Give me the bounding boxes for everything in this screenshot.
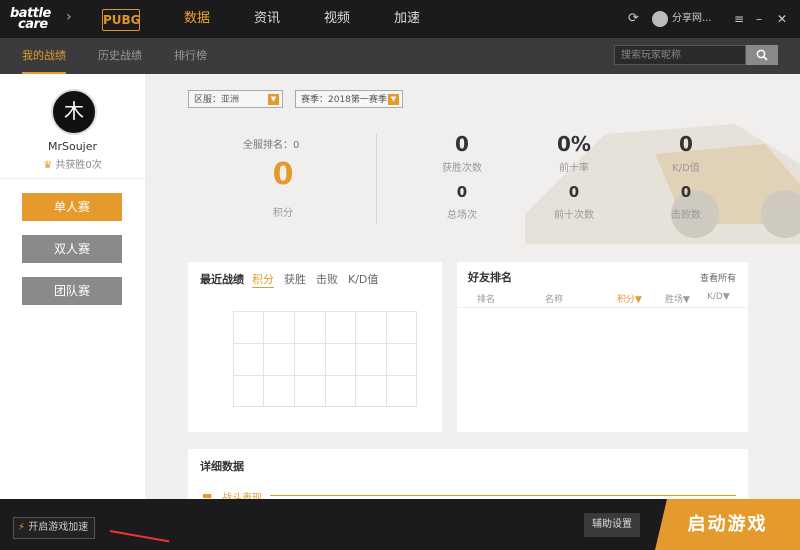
- mode-solo-button[interactable]: 单人赛: [22, 193, 122, 221]
- divider: [0, 178, 145, 179]
- refresh-icon[interactable]: ⟳: [628, 0, 639, 38]
- col-wins[interactable]: 胜场▼: [665, 292, 690, 305]
- friends-ranking-panel: 好友排名 查看所有 排名 名称 积分▼ 胜场▼ K/D▼: [457, 262, 748, 432]
- tab-kd[interactable]: K/D值: [348, 271, 378, 287]
- close-icon[interactable]: ✕: [777, 0, 787, 38]
- view-all-link[interactable]: 查看所有: [700, 271, 736, 284]
- kills-label: 击败数: [671, 210, 701, 221]
- player-username: MrSoujer: [47, 140, 98, 153]
- chevron-down-icon: ▼: [268, 94, 279, 105]
- total-games-value: 0: [456, 183, 468, 201]
- top10-count-value: 0: [568, 183, 580, 201]
- nav-data[interactable]: 数据: [184, 0, 210, 38]
- search-button[interactable]: [746, 45, 778, 65]
- game-accelerate-label: 开启游戏加速: [28, 522, 89, 533]
- minimize-icon[interactable]: –: [756, 0, 762, 38]
- col-rank[interactable]: 排名: [477, 292, 495, 305]
- season-select[interactable]: 赛季：2018第一赛季 ▼: [295, 90, 403, 108]
- tab-wins[interactable]: 获胜: [284, 271, 306, 287]
- subnav-my-record[interactable]: 我的战绩: [22, 38, 66, 74]
- wins-summary: ♛ 共获胜0次: [0, 156, 145, 171]
- kd-label: K/D值: [672, 163, 700, 174]
- bottom-bar: ⚡ 开启游戏加速 辅助设置 启动游戏: [0, 499, 800, 550]
- game-accelerate-toggle[interactable]: ⚡ 开启游戏加速: [13, 517, 96, 539]
- combat-section-title: 战斗表现: [222, 493, 262, 499]
- player-avatar: 木: [51, 89, 97, 135]
- game-logo[interactable]: PUBG: [102, 9, 141, 31]
- menu-icon[interactable]: ≡: [734, 0, 744, 38]
- win-count-label: 获胜次数: [442, 163, 482, 174]
- subnav-history[interactable]: 历史战绩: [98, 38, 142, 74]
- top10-rate-label: 前十率: [559, 163, 589, 174]
- detail-data-panel: 详细数据 ▬ 战斗表现: [188, 449, 748, 499]
- lightning-icon: ⚡: [18, 522, 26, 533]
- subnav-leaderboard[interactable]: 排行榜: [174, 38, 207, 74]
- launch-game-button[interactable]: 启动游戏: [655, 499, 800, 550]
- tab-score[interactable]: 积分: [252, 271, 274, 288]
- table-header-divider: [457, 307, 748, 308]
- chevron-down-icon: ▼: [388, 94, 399, 105]
- top10-rate-value: 0%: [557, 132, 591, 156]
- tab-kills[interactable]: 击败: [316, 271, 338, 287]
- sidebar: 木 MrSoujer ♛ 共获胜0次 单人赛 双人赛 团队赛: [0, 74, 145, 499]
- win-count-value: 0: [455, 132, 469, 156]
- nav-accelerate[interactable]: 加速: [394, 0, 420, 38]
- background-vehicle-art: [525, 124, 800, 244]
- wins-text: 共获胜0次: [55, 160, 102, 171]
- region-select-value: 区服：亚洲: [194, 95, 240, 105]
- stats-divider: [376, 134, 377, 224]
- season-select-value: 赛季：2018第一赛季: [301, 95, 387, 105]
- top-bar: battle care › PUBG 数据 资讯 视频 加速 ⟳ 分享网... …: [0, 0, 800, 38]
- mode-duo-button[interactable]: 双人赛: [22, 235, 122, 263]
- score-label: 积分: [273, 208, 293, 219]
- nav-news[interactable]: 资讯: [254, 0, 280, 38]
- section-divider: [270, 495, 736, 496]
- player-search-input[interactable]: 搜索玩家昵称: [614, 45, 746, 65]
- main-content: 区服：亚洲 ▼ 赛季：2018第一赛季 ▼ 全服排名：0 0 积分 0 获胜次数…: [145, 74, 800, 499]
- chevron-right-icon: ›: [66, 9, 72, 25]
- crown-icon: ♛: [43, 160, 53, 171]
- gun-icon: ▬: [202, 489, 213, 499]
- recent-record-grid: [233, 311, 417, 407]
- assist-settings-button[interactable]: 辅助设置: [584, 513, 640, 537]
- total-games-label: 总场次: [447, 210, 477, 221]
- overall-rank: 全服排名：0: [243, 140, 300, 151]
- score-value: 0: [272, 157, 294, 192]
- user-avatar[interactable]: [652, 11, 668, 27]
- col-name[interactable]: 名称: [545, 292, 563, 305]
- recent-record-title: 最近战绩: [200, 273, 244, 286]
- nav-video[interactable]: 视频: [324, 0, 350, 38]
- friends-ranking-title: 好友排名: [468, 271, 512, 284]
- search-icon: [756, 49, 768, 61]
- battlecare-logo[interactable]: battle care: [10, 7, 51, 31]
- kd-value: 0: [679, 132, 693, 156]
- col-score[interactable]: 积分▼: [617, 292, 642, 305]
- col-kd[interactable]: K/D▼: [707, 292, 730, 302]
- kills-value: 0: [680, 183, 692, 201]
- mode-squad-button[interactable]: 团队赛: [22, 277, 122, 305]
- detail-data-title: 详细数据: [200, 460, 244, 473]
- region-select[interactable]: 区服：亚洲 ▼: [188, 90, 283, 108]
- top10-count-label: 前十次数: [554, 210, 594, 221]
- recent-record-panel: 最近战绩 积分 获胜 击败 K/D值: [188, 262, 442, 432]
- user-name[interactable]: 分享网...: [672, 0, 712, 38]
